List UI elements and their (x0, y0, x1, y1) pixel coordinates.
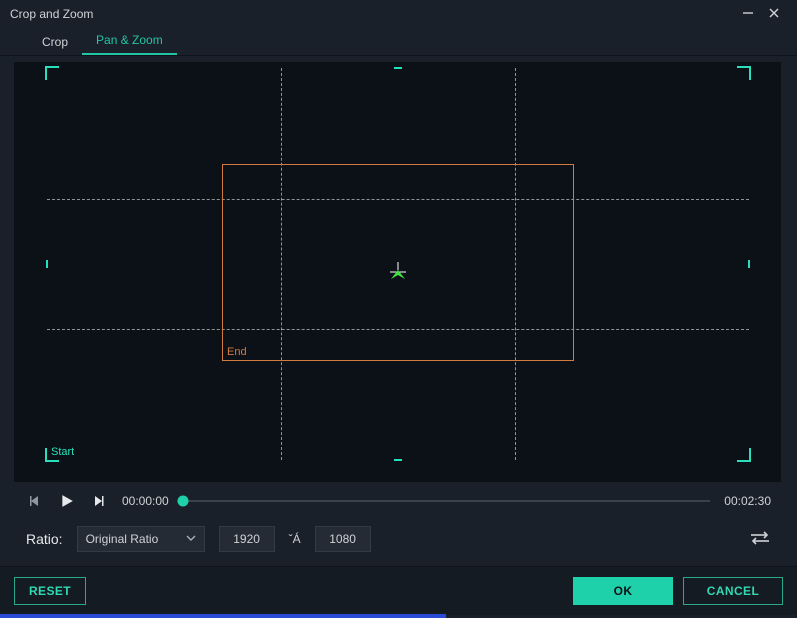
ratio-select-value: Original Ratio (86, 532, 159, 546)
end-frame-label: End (227, 346, 247, 358)
width-input[interactable]: 1920 (219, 526, 275, 552)
window-title: Crop and Zoom (10, 7, 93, 21)
play-button[interactable] (58, 492, 76, 510)
title-bar: Crop and Zoom (0, 0, 797, 28)
reset-button[interactable]: RESET (14, 577, 86, 605)
tab-bar: Crop Pan & Zoom (0, 28, 797, 56)
chevron-down-icon (186, 532, 196, 546)
cancel-button[interactable]: CANCEL (683, 577, 783, 605)
next-frame-button[interactable] (90, 492, 108, 510)
height-input[interactable]: 1080 (315, 526, 371, 552)
time-current: 00:00:00 (122, 494, 169, 508)
close-button[interactable] (761, 7, 787, 22)
start-frame-label: Start (51, 446, 74, 458)
dimension-separator: ˇÁ (289, 532, 301, 546)
minimize-button[interactable] (735, 7, 761, 22)
settings-row: Ratio: Original Ratio 1920 ˇÁ 1080 (0, 518, 797, 566)
prev-frame-button[interactable] (26, 492, 44, 510)
tab-crop[interactable]: Crop (28, 29, 82, 55)
swap-frames-button[interactable] (749, 531, 771, 547)
ok-button[interactable]: OK (573, 577, 673, 605)
tab-pan-zoom[interactable]: Pan & Zoom (82, 27, 177, 55)
footer: RESET OK CANCEL (0, 566, 797, 615)
center-crosshair-icon (387, 261, 409, 283)
seek-slider[interactable] (183, 494, 711, 508)
ratio-select[interactable]: Original Ratio (77, 526, 205, 552)
ratio-label: Ratio: (26, 531, 63, 547)
transport-bar: 00:00:00 00:02:30 (0, 482, 797, 518)
seek-knob[interactable] (177, 496, 188, 507)
time-total: 00:02:30 (724, 494, 771, 508)
preview-stage[interactable]: Start End (14, 62, 781, 482)
bottom-progress-bar (0, 614, 446, 618)
